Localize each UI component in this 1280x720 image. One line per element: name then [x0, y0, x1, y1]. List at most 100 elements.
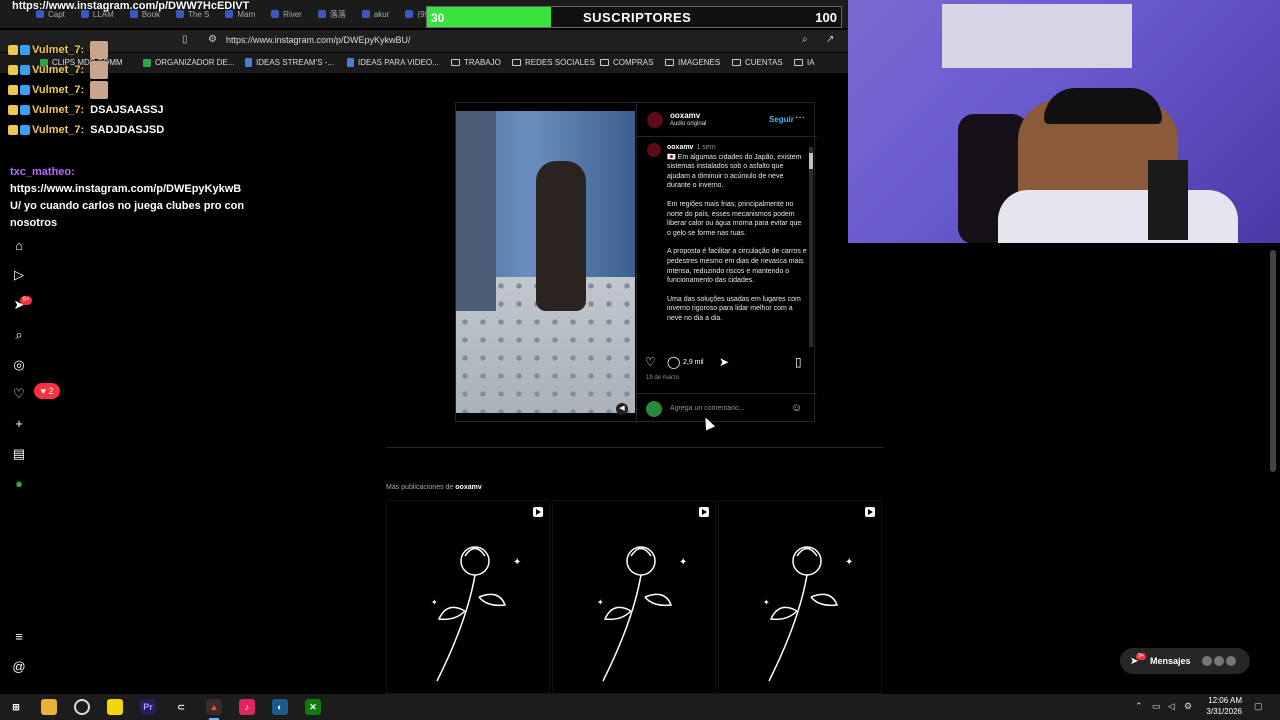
chat-line: Vulmet_7:	[8, 40, 268, 60]
messages-label: Mensajes	[1150, 656, 1191, 666]
avatar[interactable]	[647, 143, 661, 157]
bookmark-folder[interactable]: IMAGENES	[665, 58, 720, 67]
chat-line: Vulmet_7: SADJDASJSD	[8, 120, 268, 140]
app-icon[interactable]	[107, 699, 123, 715]
browser-tab[interactable]: 落落	[312, 9, 352, 20]
caption-scrollbar[interactable]	[809, 147, 813, 347]
avatar[interactable]	[647, 112, 663, 128]
post-actions: ♡ ◯ 2,9 mil ➤ ▯	[645, 355, 810, 373]
caption-paragraph: A proposta é facilitar a circulação de c…	[667, 248, 807, 285]
notifications-icon[interactable]: ▢	[1254, 701, 1263, 712]
bookmark-folder[interactable]: REDES SOCIALES	[512, 58, 595, 67]
like-icon[interactable]: ♡	[645, 355, 656, 369]
home-icon[interactable]: ⌂	[12, 239, 26, 253]
volume-icon[interactable]: ◁	[1168, 701, 1175, 712]
reels-icon[interactable]: ▷	[12, 268, 26, 282]
xbox-icon[interactable]: ✕	[305, 699, 321, 715]
tiktok-icon[interactable]: ♪	[239, 699, 255, 715]
tab-favicon-icon	[271, 10, 280, 18]
stream-chat: Vulmet_7: Vulmet_7: Vulmet_7: Vulmet_7: DSAJ…	[8, 40, 268, 140]
profile-icon[interactable]: ●	[12, 477, 26, 491]
search-icon[interactable]: ⌕	[12, 328, 26, 342]
subscriber-label: SUSCRIPTORES	[583, 10, 692, 25]
folder-icon	[794, 59, 803, 66]
post-username[interactable]: ooxamv	[670, 111, 700, 120]
premiere-icon[interactable]: Pr	[140, 699, 156, 715]
shirt	[998, 190, 1238, 243]
caption-paragraph: 🇯🇵 Em algumas cidades do Japão, existem …	[667, 153, 802, 190]
rose-image: ✦✦	[763, 546, 853, 682]
chat-url: https://www.instagram.com/p/DWEpyKykwB	[10, 183, 242, 195]
video-person	[456, 111, 496, 311]
zoom-icon[interactable]: ⌕	[802, 34, 808, 45]
follow-button[interactable]: Seguir	[769, 115, 794, 124]
post-thumbnail[interactable]: ✦ ✦	[718, 500, 882, 694]
post-thumbnail[interactable]: ✦ ✦	[552, 500, 716, 694]
browser-tab[interactable]: River	[265, 10, 308, 19]
folder-icon	[451, 59, 460, 66]
more-options-icon[interactable]: ···	[795, 112, 805, 123]
network-icon[interactable]: ▭	[1152, 701, 1161, 712]
clock-date[interactable]: 3/31/2026	[1202, 707, 1242, 716]
crown-badge-icon	[8, 65, 18, 75]
menu-icon[interactable]: ≡	[12, 630, 26, 644]
explore-icon[interactable]: ◎	[12, 358, 26, 372]
threads-icon[interactable]: @	[12, 660, 26, 674]
comment-input[interactable]: Agrega un comentario...	[670, 405, 745, 412]
chat-line: Vulmet_7:	[8, 60, 268, 80]
comment-icon[interactable]: ◯	[667, 355, 680, 369]
reel-icon	[533, 507, 543, 517]
share-icon[interactable]: ↗	[826, 34, 834, 45]
message-avatars	[1202, 656, 1242, 666]
chat-emote	[90, 81, 109, 99]
capture-icon[interactable]	[74, 699, 90, 715]
steam-icon[interactable]: ◐	[272, 699, 288, 715]
chat-username: Vulmet_7:	[32, 84, 85, 96]
bookmark-folder[interactable]: CUENTAS	[732, 58, 783, 67]
crown-badge-icon	[8, 125, 18, 135]
save-icon[interactable]: ▯	[795, 355, 802, 369]
messages-badge: 9+	[1136, 653, 1146, 660]
wall-poster	[942, 4, 1132, 68]
capcut-icon[interactable]: ⊂	[173, 699, 189, 715]
bookmark-item[interactable]: IDEAS PARA VIDEO...	[347, 58, 439, 67]
dashboard-icon[interactable]: ▤	[12, 447, 26, 461]
likes-badge: ♥ 2	[34, 383, 60, 399]
svg-text:✦: ✦	[597, 598, 604, 607]
tray-expand-icon[interactable]: ⌃	[1135, 701, 1143, 712]
post-audio[interactable]: Audio original	[670, 121, 706, 127]
chat-username: Vulmet_7:	[32, 104, 85, 116]
share-icon[interactable]: ➤	[719, 355, 729, 369]
post-video[interactable]	[456, 111, 635, 413]
scroll-thumb[interactable]	[809, 153, 813, 169]
webcam-overlay	[848, 0, 1280, 243]
sub-badge-icon	[20, 125, 30, 135]
bookmark-folder[interactable]: COMPRAS	[600, 58, 653, 67]
windows-start-icon[interactable]: ⊞	[8, 699, 24, 715]
bookmark-folder[interactable]: IA	[794, 58, 815, 67]
create-icon[interactable]: +	[12, 417, 26, 431]
bookmark-folder[interactable]: TRABAJO	[451, 58, 501, 67]
caption-username[interactable]: ooxamv	[667, 144, 693, 151]
subscriber-progress-fill	[427, 7, 552, 27]
rose-image: ✦✦	[431, 546, 521, 682]
folder-icon	[732, 59, 741, 66]
mute-icon[interactable]: ◀	[616, 403, 628, 415]
tab-favicon-icon	[405, 10, 414, 18]
comment-count: 2,9 mil	[683, 359, 704, 366]
browser-tab[interactable]: akur	[356, 10, 396, 19]
chat-username: txc_matheo:	[10, 166, 75, 178]
messages-button[interactable]: ➤ 9+ Mensajes	[1120, 648, 1250, 674]
reel-icon	[699, 507, 709, 517]
post-thumbnail[interactable]: ✦ ✦	[386, 500, 550, 694]
settings-icon[interactable]: ⚙	[1184, 701, 1192, 712]
chat-message: SADJDASJSD	[90, 124, 165, 136]
emoji-icon[interactable]: ☺	[791, 402, 802, 414]
brave-icon[interactable]: ▲	[206, 699, 222, 715]
chat-username: Vulmet_7:	[32, 124, 85, 136]
page-scrollbar[interactable]	[1270, 250, 1276, 472]
caption-body: ooxamv 1 sem 🇯🇵 Em algumas cidades do Jap…	[667, 143, 807, 333]
file-explorer-icon[interactable]	[41, 699, 57, 715]
heart-icon[interactable]: ♡	[12, 387, 26, 401]
clock-time[interactable]: 12:06 AM	[1202, 696, 1242, 705]
